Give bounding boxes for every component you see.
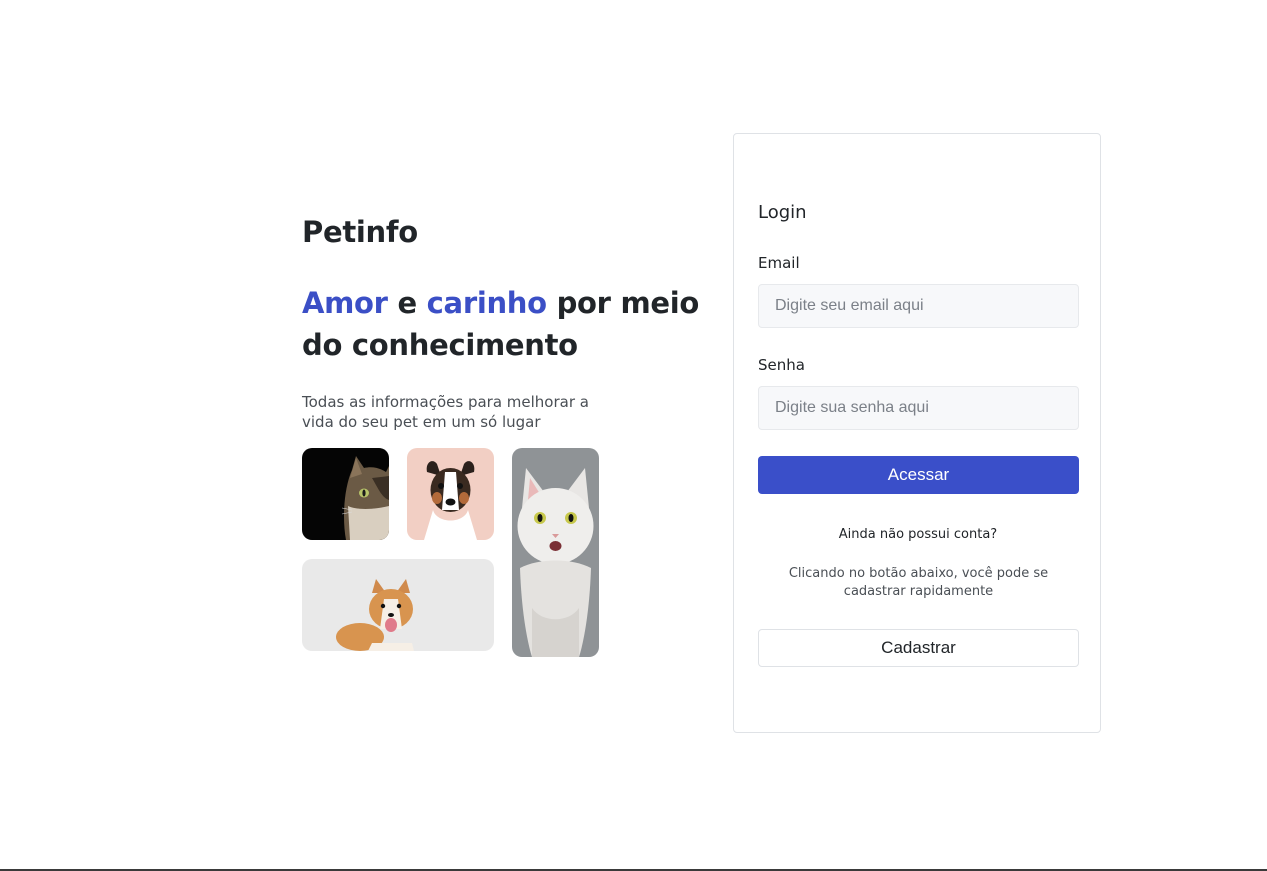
headline-accent-love: Amor [302,286,388,320]
login-card: Login Email Senha Acessar Ainda não poss… [733,133,1101,733]
hero-subtitle: Todas as informações para melhorar a vid… [302,393,589,431]
login-title: Login [758,202,807,223]
login-submit-button[interactable]: Acessar [758,456,1079,494]
headline-connector: e [387,286,427,320]
email-label: Email [758,254,800,272]
signup-hint: Clicando no botão abaixo, você pode se c… [788,566,1049,599]
corgi-photo [302,559,494,651]
cat-dark-photo [302,448,389,540]
no-account-text: Ainda não possui conta? [838,527,998,542]
password-field[interactable] [758,386,1079,430]
hero-section: Petinfo Amor e carinho por meio do conhe… [302,210,702,432]
headline-accent-care: carinho [426,286,547,320]
brand-name: Petinfo [302,215,418,249]
signup-button[interactable]: Cadastrar [758,629,1079,667]
email-field[interactable] [758,284,1079,328]
white-cat-photo [512,448,599,657]
password-label: Senha [758,356,805,374]
hero-headline: Amor e carinho por meio do conhecimento [302,282,702,366]
dog-pink-photo [407,448,494,540]
